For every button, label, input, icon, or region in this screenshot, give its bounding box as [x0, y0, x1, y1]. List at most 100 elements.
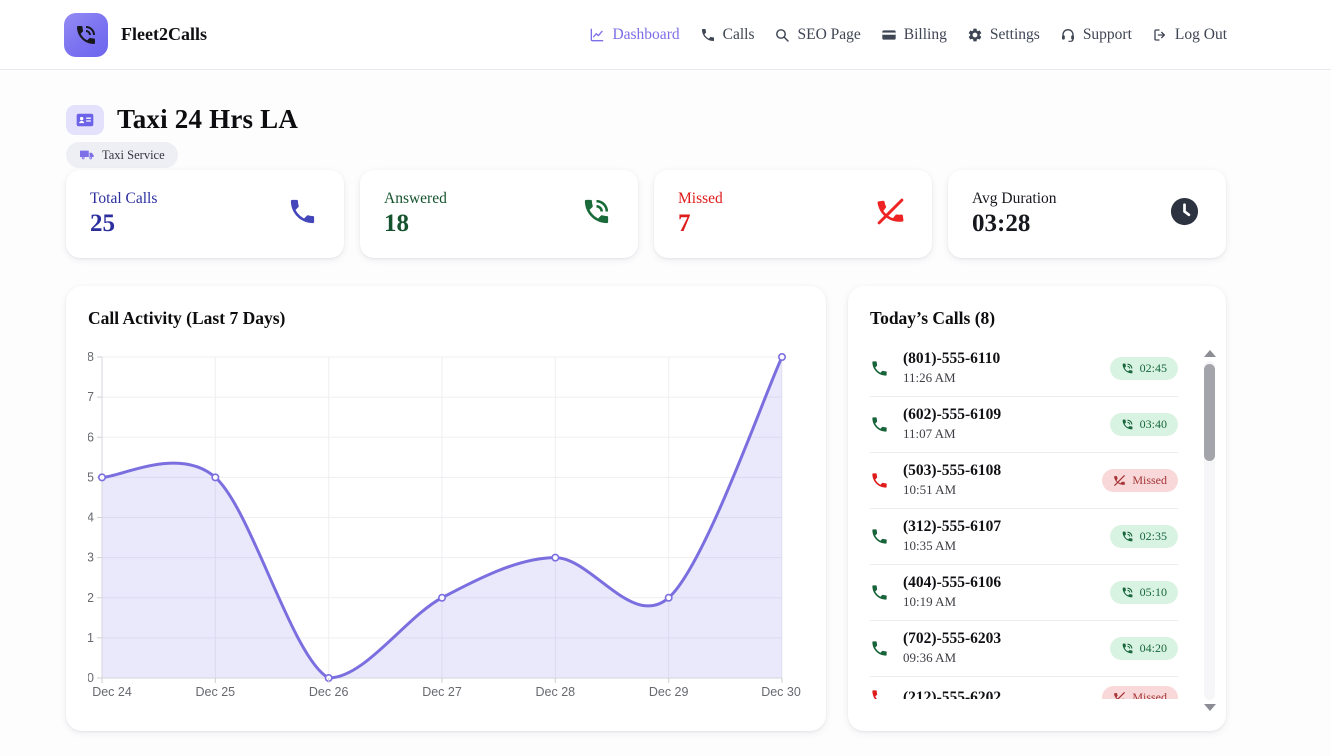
phone-slash-icon — [875, 196, 906, 232]
svg-text:Dec 30: Dec 30 — [761, 685, 801, 699]
svg-text:Dec 28: Dec 28 — [536, 685, 576, 699]
gear-icon — [967, 27, 983, 43]
brand-name: Fleet2Calls — [121, 24, 207, 45]
call-duration: 03:40 — [1140, 417, 1167, 432]
svg-text:8: 8 — [88, 350, 94, 364]
nav-item-label: Log Out — [1175, 26, 1227, 44]
nav-item-dashboard[interactable]: Dashboard — [589, 26, 679, 44]
call-row: (602)-555-6109 11:07 AM 03:40 — [870, 397, 1178, 453]
call-activity-chart: 012345678Dec 24Dec 25Dec 26Dec 27Dec 28D… — [88, 343, 804, 710]
call-number: (702)-555-6203 — [903, 630, 1096, 648]
phone-slash-icon — [1113, 691, 1126, 699]
answered-call-phone-icon — [870, 583, 889, 602]
stat-card-total-calls: Total Calls 25 — [66, 170, 344, 258]
nav-item-log-out[interactable]: Log Out — [1152, 26, 1227, 44]
stat-value: 7 — [678, 210, 723, 238]
credit-card-icon — [881, 27, 897, 43]
call-number: (503)-555-6108 — [903, 462, 1088, 480]
call-status-badge: 02:45 — [1110, 357, 1178, 380]
stat-value: 18 — [384, 210, 447, 238]
phone-volume-icon — [1121, 530, 1134, 543]
nav-item-settings[interactable]: Settings — [967, 26, 1040, 44]
svg-text:5: 5 — [88, 470, 94, 484]
todays-calls-card: Today’s Calls (8) (801)-555-6110 11:26 AM… — [848, 286, 1226, 731]
scroll-down-arrow-icon[interactable] — [1204, 704, 1216, 711]
call-number: (212)-555-6202 — [903, 689, 1088, 700]
nav-item-seo-page[interactable]: SEO Page — [774, 26, 860, 44]
stat-value: 03:28 — [972, 210, 1057, 238]
call-status-badge: 05:10 — [1110, 581, 1178, 604]
call-status-badge: Missed — [1102, 469, 1178, 492]
chart-title: Call Activity (Last 7 Days) — [88, 308, 804, 329]
stat-label: Total Calls — [90, 190, 157, 208]
call-number: (404)-555-6106 — [903, 574, 1096, 592]
phone-icon — [700, 27, 716, 43]
calls-list: (801)-555-6110 11:26 AM 02:45 (602)-555-610… — [870, 341, 1204, 699]
svg-text:6: 6 — [88, 430, 94, 444]
stat-value: 25 — [90, 210, 157, 238]
call-row: (404)-555-6106 10:19 AM 05:10 — [870, 565, 1178, 621]
call-time: 11:26 AM — [903, 370, 1096, 386]
svg-text:7: 7 — [88, 390, 94, 404]
stat-card-missed: Missed7 — [654, 170, 932, 258]
nav-item-billing[interactable]: Billing — [881, 26, 947, 44]
truck-icon — [79, 147, 95, 163]
missed-call-phone-icon — [870, 688, 889, 699]
call-time: 10:51 AM — [903, 482, 1088, 498]
nav-item-label: Support — [1083, 26, 1132, 44]
call-time: 11:07 AM — [903, 426, 1096, 442]
brand[interactable]: Fleet2Calls — [64, 13, 207, 57]
nav-item-calls[interactable]: Calls — [700, 26, 755, 44]
call-number: (602)-555-6109 — [903, 406, 1096, 424]
category-badge: Taxi Service — [66, 142, 178, 168]
call-row: (801)-555-6110 11:26 AM 02:45 — [870, 341, 1178, 397]
clock-icon — [1169, 196, 1200, 232]
answered-call-phone-icon — [870, 415, 889, 434]
phone-volume-icon — [1121, 586, 1134, 599]
svg-text:4: 4 — [88, 511, 94, 525]
nav-item-label: Calls — [723, 26, 755, 44]
phone-volume-icon — [581, 196, 612, 232]
page-head: Taxi 24 Hrs LA Taxi Service — [66, 104, 1226, 168]
nav-item-label: Billing — [904, 26, 947, 44]
call-status-badge: Missed — [1102, 686, 1178, 699]
scroll-up-arrow-icon[interactable] — [1204, 350, 1216, 357]
id-card-icon — [66, 105, 104, 135]
svg-text:0: 0 — [88, 671, 94, 685]
answered-call-phone-icon — [870, 359, 889, 378]
svg-text:1: 1 — [88, 631, 94, 645]
call-row: (312)-555-610710:35 AM02:35 — [870, 509, 1178, 565]
missed-call-phone-icon — [870, 471, 889, 490]
phone-volume-icon — [1121, 642, 1134, 655]
call-time: 10:19 AM — [903, 594, 1096, 610]
call-time: 10:35 AM — [903, 538, 1096, 554]
scrollbar-thumb[interactable] — [1204, 364, 1215, 461]
call-duration: 04:20 — [1140, 641, 1167, 656]
stat-card-answered: Answered18 — [360, 170, 638, 258]
nav-item-label: SEO Page — [797, 26, 860, 44]
svg-text:Dec 29: Dec 29 — [649, 685, 689, 699]
svg-text:Dec 27: Dec 27 — [422, 685, 462, 699]
phone-slash-icon — [1113, 474, 1126, 487]
main-nav: Dashboard Calls SEO Page Billing Settings Sup… — [589, 26, 1227, 44]
stat-label: Avg Duration — [972, 190, 1057, 208]
call-row: (702)-555-6203 09:36 AM 04:20 — [870, 621, 1178, 677]
answered-call-phone-icon — [870, 639, 889, 658]
page-title: Taxi 24 Hrs LA — [117, 104, 298, 135]
stat-cards: Total Calls 25 Answered18Missed7 Avg Durati… — [66, 170, 1226, 258]
svg-text:2: 2 — [88, 591, 94, 605]
svg-text:Dec 25: Dec 25 — [196, 685, 236, 699]
search-icon — [774, 27, 790, 43]
app-logo-phone-volume-icon — [64, 13, 108, 57]
phone-volume-icon — [1121, 418, 1134, 431]
call-row: (212)-555-6202 Missed — [870, 677, 1178, 699]
calls-title: Today’s Calls (8) — [870, 308, 1204, 329]
call-time: 09:36 AM — [903, 650, 1096, 666]
phone-icon — [287, 196, 318, 232]
call-number: (801)-555-6110 — [903, 350, 1096, 368]
scrollbar-track[interactable] — [1204, 361, 1215, 700]
logout-icon — [1152, 27, 1168, 43]
call-duration: Missed — [1132, 473, 1167, 488]
call-duration: 02:35 — [1140, 529, 1167, 544]
nav-item-support[interactable]: Support — [1060, 26, 1132, 44]
